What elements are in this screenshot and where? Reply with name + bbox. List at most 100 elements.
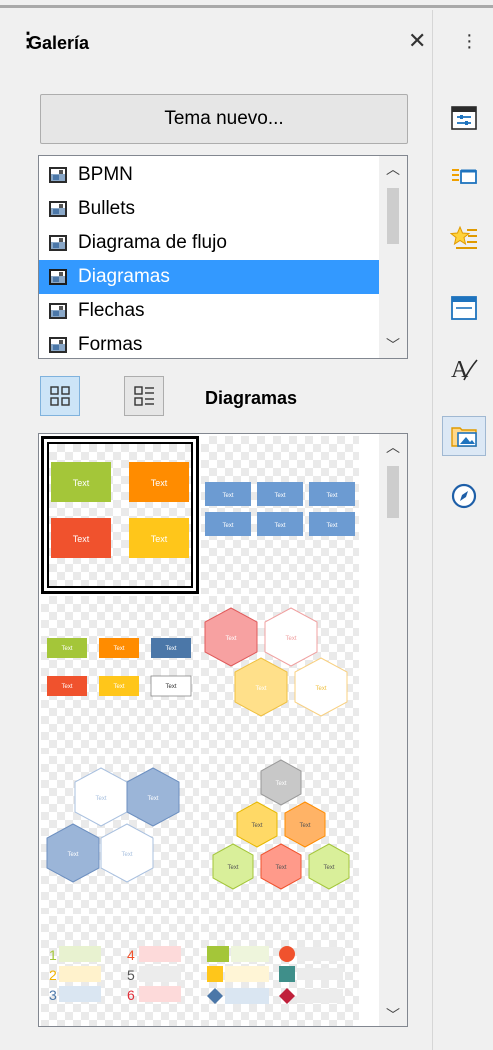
properties-tab[interactable] — [444, 98, 484, 138]
list-number: 3 — [49, 987, 57, 1003]
thumb-text: Text — [165, 646, 176, 652]
detail-view-button[interactable] — [124, 376, 164, 416]
gallery-item[interactable]: 1 2 3 4 5 6 — [41, 916, 199, 1026]
character-tab[interactable]: A — [444, 348, 484, 388]
star-list-icon — [450, 225, 477, 249]
thumb-text: Text — [165, 684, 176, 690]
svg-text:A: A — [451, 357, 469, 382]
thumb-text: Text — [222, 493, 233, 499]
gallery-icon — [451, 427, 477, 447]
navigator-icon — [451, 483, 477, 509]
gallery-deck: ⋮ Galería ✕ Tema nuevo... BPMN Bullets D… — [0, 0, 493, 1050]
theme-label: Diagramas — [78, 266, 170, 287]
thumb-text: Text — [274, 493, 285, 499]
diagram-blue-blocks-image: Text Text Text Text Text Text — [205, 482, 355, 536]
scrollbar-thumb[interactable] — [387, 466, 399, 518]
theme-label: Formas — [78, 334, 143, 355]
new-theme-button[interactable]: Tema nuevo... — [40, 94, 408, 144]
thumb-text: Text — [113, 684, 124, 690]
thumb-text: Text — [326, 523, 337, 529]
diagram-numbered-list-image: 1 2 3 4 5 6 — [49, 946, 181, 1003]
gallery-item[interactable]: Text Text Text Text — [41, 756, 199, 914]
thumb-text: Text — [222, 523, 233, 529]
theme-label: Flechas — [78, 300, 145, 321]
theme-item[interactable]: BPMN — [39, 158, 379, 192]
diagram-hexagons-image: Text Text Text Text — [204, 607, 348, 717]
list-number: 4 — [127, 947, 135, 963]
image-icon — [49, 269, 67, 285]
more-options-icon[interactable]: · · · — [466, 25, 473, 57]
grid-view-icon — [50, 386, 70, 406]
thumb-text: Text — [323, 865, 334, 871]
thumb-text: Text — [255, 686, 266, 692]
thumb-text: Text — [95, 796, 106, 802]
theme-list[interactable]: BPMN Bullets Diagrama de flujo Diagramas… — [38, 155, 408, 359]
diagram-blue-hexagons-image: Text Text Text Text — [46, 767, 180, 883]
scroll-up-icon[interactable]: ︿ — [379, 434, 407, 460]
panel-title: Galería — [28, 33, 90, 53]
thumb-text: Text — [73, 534, 90, 544]
thumb-text: Text — [73, 478, 90, 488]
list-number: 5 — [127, 967, 135, 983]
theme-item[interactable]: Bullets — [39, 192, 379, 226]
star-list-tab[interactable] — [444, 218, 484, 258]
thumb-text: Text — [61, 684, 72, 690]
image-icon — [49, 201, 67, 217]
theme-item[interactable]: Diagrama de flujo — [39, 226, 379, 260]
thumbnail-grid: Text Text Text Text Text Text Text Text … — [39, 434, 381, 1026]
slide-layout-icon — [451, 296, 477, 320]
close-icon[interactable]: ✕ — [408, 28, 426, 54]
gallery-item[interactable]: Text Text Text Text — [201, 596, 359, 754]
icon-view-button[interactable] — [40, 376, 80, 416]
styles-icon — [452, 169, 477, 184]
scroll-down-icon[interactable]: ﹀ — [379, 332, 407, 358]
theme-label: Bullets — [78, 198, 136, 219]
scrollbar-thumb[interactable] — [387, 188, 399, 244]
thumb-text: Text — [121, 852, 132, 858]
scroll-down-icon[interactable]: ﹀ — [379, 1002, 407, 1026]
list-view-icon — [134, 386, 154, 406]
thumb-text: Text — [67, 852, 78, 858]
thumb-text: Text — [299, 823, 310, 829]
theme-list-scrollbar[interactable]: ︿ ﹀ — [379, 156, 407, 358]
navigator-tab[interactable] — [444, 476, 484, 516]
image-icon — [49, 167, 67, 183]
thumb-text: Text — [151, 478, 168, 488]
gallery-item[interactable]: Text Text Text Text — [41, 436, 199, 594]
gallery-scrollbar[interactable]: ︿ ﹀ — [379, 434, 407, 1026]
thumb-text: Text — [315, 686, 326, 692]
theme-item[interactable]: Flechas — [39, 294, 379, 328]
gallery-tab[interactable] — [442, 416, 486, 456]
theme-label: Diagrama de flujo — [78, 232, 227, 253]
thumb-text: Text — [251, 823, 262, 829]
image-icon — [49, 303, 67, 319]
list-number: 2 — [49, 967, 57, 983]
gallery-item[interactable]: Text Text Text Text Text Text — [201, 436, 359, 594]
top-divider — [0, 0, 493, 8]
scroll-up-icon[interactable]: ︿ — [379, 156, 407, 182]
theme-label: BPMN — [78, 164, 133, 185]
text-style-icon: A — [451, 357, 478, 382]
thumb-text: Text — [275, 781, 286, 787]
gallery-items[interactable]: Text Text Text Text Text Text Text Text … — [38, 433, 408, 1027]
thumb-text: Text — [285, 636, 296, 642]
diagram-color-blocks-image: Text Text Text Text Text Text — [47, 638, 192, 697]
image-icon — [49, 235, 67, 251]
thumb-text: Text — [147, 796, 158, 802]
gallery-item[interactable] — [201, 916, 359, 1026]
thumb-text: Text — [227, 865, 238, 871]
slide-layout-tab[interactable] — [444, 288, 484, 328]
diagram-hexagon-pyramid-image: Text Text Text Text Text Text — [212, 759, 350, 890]
diagram-badge-list-image — [207, 946, 343, 1004]
styles-tab[interactable] — [444, 158, 484, 198]
thumb-text: Text — [151, 534, 168, 544]
list-number: 6 — [127, 987, 135, 1003]
image-icon — [49, 337, 67, 353]
theme-item-selected[interactable]: Diagramas — [39, 260, 379, 294]
gallery-item[interactable]: Text Text Text Text Text Text — [41, 596, 199, 754]
current-theme-label: Diagramas — [205, 388, 298, 408]
theme-item[interactable]: Formas — [39, 328, 379, 358]
gallery-item[interactable]: Text Text Text Text Text Text — [201, 756, 359, 914]
thumb-text: Text — [275, 865, 286, 871]
properties-icon — [451, 106, 477, 130]
